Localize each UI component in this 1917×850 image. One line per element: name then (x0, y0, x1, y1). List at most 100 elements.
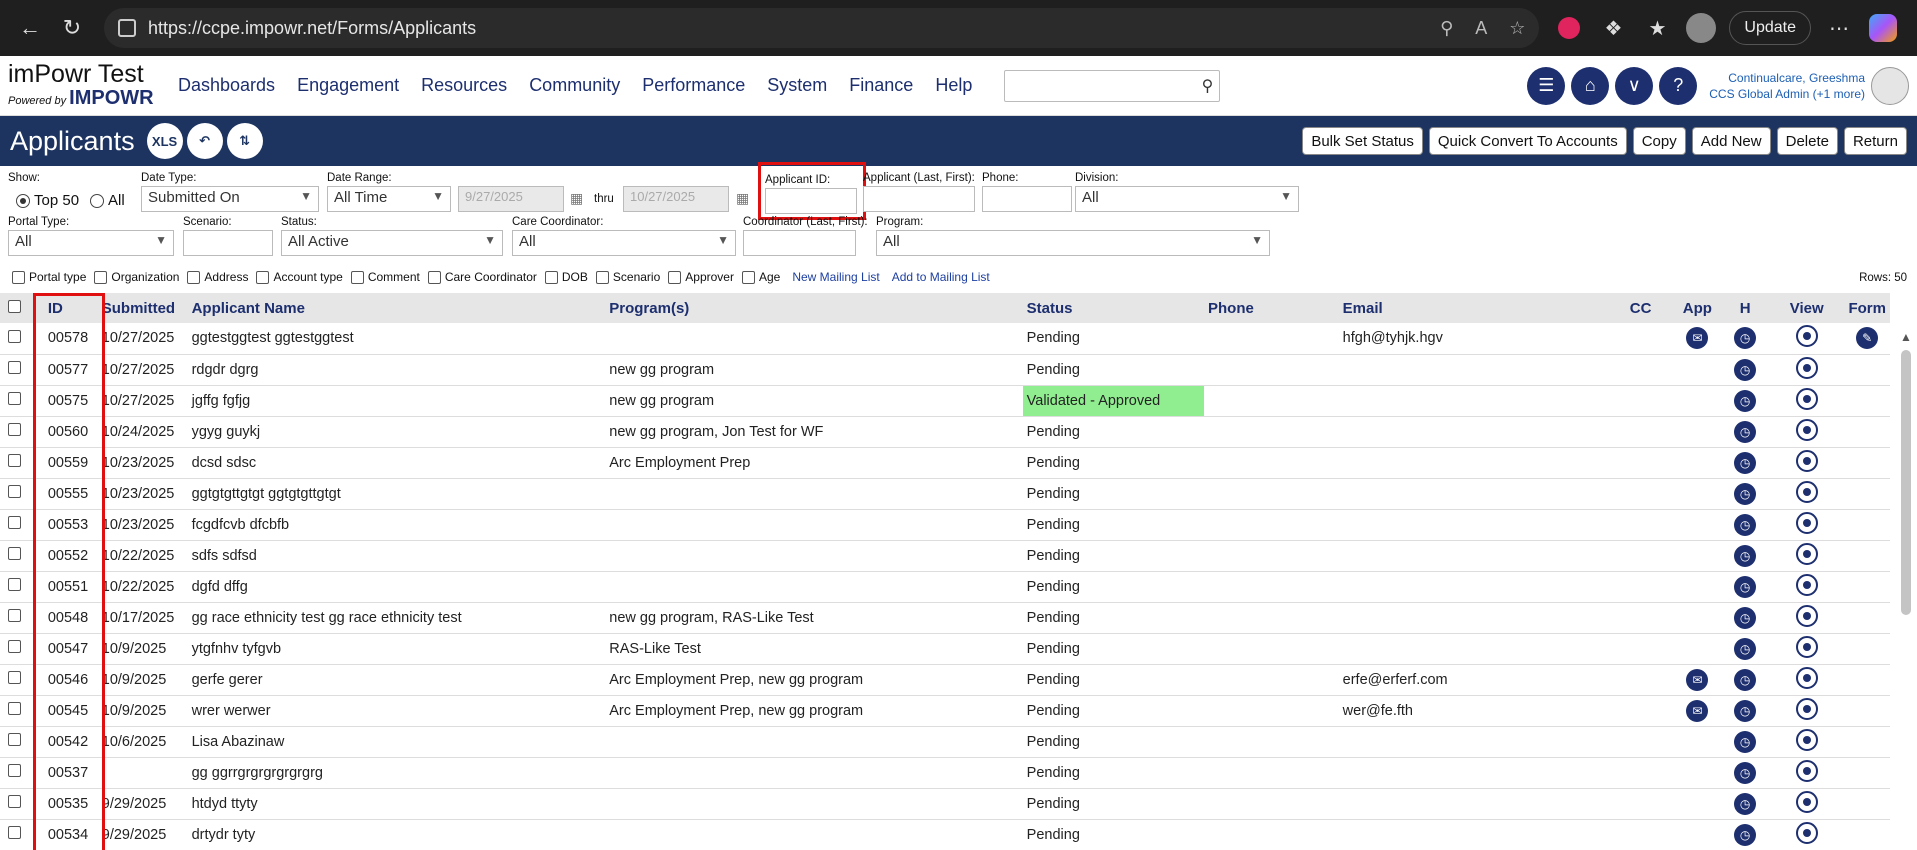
row-applicant-name[interactable]: drtydr tyty (188, 819, 606, 850)
new-mailing-list-link[interactable]: New Mailing List (792, 270, 879, 284)
row-applicant-name[interactable]: ygyg guykj (188, 416, 606, 447)
view-eye-icon[interactable] (1795, 759, 1818, 782)
extension-red-icon[interactable] (1551, 10, 1587, 46)
view-eye-icon[interactable] (1795, 573, 1818, 596)
search-icon[interactable]: ⚲ (1202, 76, 1214, 96)
calendar-from-icon[interactable]: ▦ (570, 190, 583, 207)
site-info-icon[interactable] (118, 19, 136, 37)
history-clock-icon[interactable]: ◷ (1734, 606, 1757, 629)
col-care-coordinator-checkbox[interactable]: Care Coordinator (427, 270, 537, 284)
history-clock-icon[interactable]: ◷ (1734, 420, 1757, 443)
mail-icon[interactable]: ✉ (1686, 668, 1709, 691)
col-programs-header[interactable]: Program(s) (605, 293, 1022, 323)
row-applicant-name[interactable]: jgffg fgfjg (188, 385, 606, 416)
row-select-cell[interactable] (0, 602, 34, 633)
select-all-cell[interactable] (0, 293, 34, 323)
row-applicant-name[interactable]: gerfe gerer (188, 664, 606, 695)
table-row[interactable]: 00551 10/22/2025 dgfd dffg Pending ◷ (0, 571, 1890, 602)
col-phone-header[interactable]: Phone (1204, 293, 1339, 323)
row-checkbox[interactable] (8, 516, 22, 529)
col-comment-checkbox[interactable]: Comment (350, 270, 420, 284)
row-select-cell[interactable] (0, 447, 34, 478)
share-icon[interactable]: ∨ (1615, 66, 1654, 105)
favorites-icon[interactable]: ★ (1639, 10, 1675, 46)
top50-radio[interactable]: Top 50 (16, 192, 79, 209)
user-role[interactable]: CCS Global Admin (+1 more) (1709, 86, 1865, 102)
care-coordinator-select[interactable]: All ▼ (512, 230, 736, 256)
row-checkbox[interactable] (8, 329, 22, 343)
history-clock-icon[interactable]: ◷ (1734, 823, 1757, 846)
quick-convert-button[interactable]: Quick Convert To Accounts (1428, 127, 1627, 155)
row-checkbox[interactable] (8, 547, 22, 560)
user-name[interactable]: Continualcare, Greeshma (1709, 70, 1865, 86)
col-cc-header[interactable]: CC (1626, 293, 1674, 323)
menu-finance[interactable]: Finance (849, 75, 913, 96)
copy-button[interactable]: Copy (1632, 127, 1686, 155)
date-type-select[interactable]: Submitted On ▼ (141, 186, 319, 212)
history-clock-icon[interactable]: ◷ (1734, 451, 1757, 474)
menu-community[interactable]: Community (529, 75, 620, 96)
history-clock-icon[interactable]: ◷ (1734, 327, 1757, 350)
row-applicant-name[interactable]: htdyd ttyty (188, 788, 606, 819)
row-checkbox[interactable] (8, 578, 22, 591)
history-clock-icon[interactable]: ◷ (1734, 389, 1757, 412)
mail-icon[interactable]: ✉ (1686, 327, 1709, 350)
row-applicant-name[interactable]: dcsd sdsc (188, 447, 606, 478)
row-applicant-name[interactable]: ytgfnhv tyfgvb (188, 633, 606, 664)
view-eye-icon[interactable] (1795, 821, 1818, 844)
col-view-header[interactable]: View (1769, 293, 1844, 323)
help-icon[interactable]: ? (1659, 66, 1698, 105)
add-to-mailing-list-link[interactable]: Add to Mailing List (892, 270, 990, 284)
status-select[interactable]: All Active ▼ (281, 230, 503, 256)
col-address-checkbox[interactable]: Address (187, 270, 248, 284)
copilot-icon[interactable] (1865, 10, 1901, 46)
col-organization-checkbox[interactable]: Organization (94, 270, 179, 284)
home-icon[interactable]: ⌂ (1571, 66, 1610, 105)
row-select-cell[interactable] (0, 354, 34, 385)
menu-help[interactable]: Help (935, 75, 972, 96)
address-bar[interactable]: https://ccpe.impowr.net/Forms/Applicants… (104, 8, 1540, 48)
row-applicant-name[interactable]: gg race ethnicity test gg race ethnicity… (188, 602, 606, 633)
row-applicant-name[interactable]: wrer werwer (188, 695, 606, 726)
url-text[interactable]: https://ccpe.impowr.net/Forms/Applicants (148, 18, 1418, 39)
view-eye-icon[interactable] (1795, 666, 1818, 689)
update-button[interactable]: Update (1729, 11, 1811, 45)
table-row[interactable]: 00575 10/27/2025 jgffg fgfjg new gg program… (0, 385, 1890, 416)
table-row[interactable]: 00546 10/9/2025 gerfe gerer Arc Employment … (0, 664, 1890, 695)
col-portal-type-checkbox[interactable]: Portal type (12, 270, 86, 284)
history-clock-icon[interactable]: ◷ (1734, 730, 1757, 753)
row-checkbox[interactable] (8, 392, 22, 405)
table-row[interactable]: 00555 10/23/2025 ggtgtgttgtgt ggtgtgttgtgt… (0, 478, 1890, 509)
list-icon[interactable]: ☰ (1527, 66, 1566, 105)
row-select-cell[interactable] (0, 757, 34, 788)
row-applicant-name[interactable]: ggtestggtest ggtestggtest (188, 323, 606, 354)
menu-engagement[interactable]: Engagement (297, 75, 399, 96)
date-to-input[interactable]: 10/27/2025 (623, 186, 729, 212)
row-select-cell[interactable] (0, 416, 34, 447)
view-eye-icon[interactable] (1795, 728, 1818, 751)
row-checkbox[interactable] (8, 454, 22, 467)
logo[interactable]: imPowr Test Powered by IMPOWR (8, 61, 158, 110)
history-clock-icon[interactable]: ◷ (1734, 668, 1757, 691)
row-checkbox[interactable] (8, 795, 22, 808)
view-eye-icon[interactable] (1795, 635, 1818, 658)
add-new-button[interactable]: Add New (1691, 127, 1771, 155)
col-approver-checkbox[interactable]: Approver (668, 270, 734, 284)
scroll-up-icon[interactable]: ▲ (1900, 330, 1912, 344)
back-icon[interactable]: ← (12, 10, 48, 46)
row-applicant-name[interactable]: rdgdr dgrg (188, 354, 606, 385)
favorite-star-icon[interactable]: ☆ (1509, 18, 1525, 39)
view-eye-icon[interactable] (1795, 697, 1818, 720)
return-button[interactable]: Return (1843, 127, 1907, 155)
row-select-cell[interactable] (0, 509, 34, 540)
col-status-header[interactable]: Status (1023, 293, 1204, 323)
row-applicant-name[interactable]: Lisa Abazinaw (188, 726, 606, 757)
table-row[interactable]: 00547 10/9/2025 ytgfnhv tyfgvb RAS-Like Tes… (0, 633, 1890, 664)
table-row[interactable]: 00548 10/17/2025 gg race ethnicity test gg… (0, 602, 1890, 633)
profile-icon[interactable] (1683, 10, 1719, 46)
row-checkbox[interactable] (8, 485, 22, 498)
table-row[interactable]: 00577 10/27/2025 rdgdr dgrg new gg program P… (0, 354, 1890, 385)
table-row[interactable]: 00537 gg ggrrgrgrgrgrgrgrg Pending ◷ (0, 757, 1890, 788)
row-checkbox[interactable] (8, 609, 22, 622)
history-clock-icon[interactable]: ◷ (1734, 761, 1757, 784)
